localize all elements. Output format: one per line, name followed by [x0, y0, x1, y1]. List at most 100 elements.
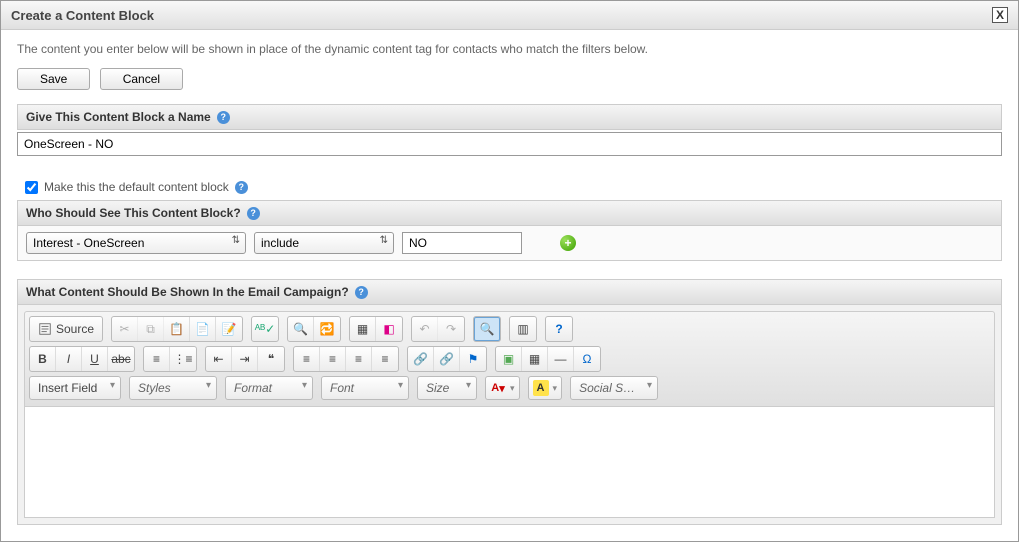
select-all-button[interactable]: ▦: [350, 317, 376, 341]
align-right-button[interactable]: ≡: [346, 347, 372, 371]
align-left-button[interactable]: ≡: [294, 347, 320, 371]
modal-header: Create a Content Block X: [1, 1, 1018, 30]
undo-button[interactable]: ↶: [412, 317, 438, 341]
tb-group-misc1: 🔍: [473, 316, 501, 342]
font-combo[interactable]: Font: [321, 376, 409, 400]
editor-toolbar: Source ✂ ⧉ 📋 📄 📝 ᴬᴮ✓ 🔍: [24, 311, 995, 407]
blockquote-button[interactable]: ❝: [258, 347, 284, 371]
underline-button[interactable]: U: [82, 347, 108, 371]
name-input-wrap: [17, 130, 1002, 156]
help-icon[interactable]: ?: [235, 181, 248, 194]
section-content-header: What Content Should Be Shown In the Emai…: [17, 279, 1002, 305]
copy-button[interactable]: ⧉: [138, 317, 164, 341]
redo-button[interactable]: ↷: [438, 317, 464, 341]
insert-field-combo[interactable]: Insert Field: [29, 376, 121, 400]
add-filter-button[interactable]: +: [560, 235, 576, 251]
anchor-button[interactable]: ⚑: [460, 347, 486, 371]
toolbar-row-2: B I U abc ≡ ⋮≡ ⇤ ⇥ ❝ ≡: [29, 346, 990, 372]
block-name-input[interactable]: [17, 132, 1002, 156]
bold-button[interactable]: B: [30, 347, 56, 371]
tb-group-clipboard: ✂ ⧉ 📋 📄 📝: [111, 316, 243, 342]
chevron-down-icon: ▾: [553, 383, 558, 394]
remove-format-button[interactable]: ◧: [376, 317, 402, 341]
link-button[interactable]: 🔗: [408, 347, 434, 371]
special-char-button[interactable]: Ω: [574, 347, 600, 371]
toolbar-row-3: Insert Field Styles Format Font Size A▾▾…: [29, 376, 990, 400]
editor-wrap: Source ✂ ⧉ 📋 📄 📝 ᴬᴮ✓ 🔍: [17, 305, 1002, 525]
tb-group-align: ≡ ≡ ≡ ≡: [293, 346, 399, 372]
styles-combo[interactable]: Styles: [129, 376, 217, 400]
cancel-button[interactable]: Cancel: [100, 68, 183, 90]
tb-group-source: Source: [29, 316, 103, 342]
save-button[interactable]: Save: [17, 68, 90, 90]
help-icon[interactable]: ?: [355, 286, 368, 299]
close-button[interactable]: X: [992, 7, 1008, 23]
bg-color-combo[interactable]: A▾: [528, 376, 563, 400]
format-combo[interactable]: Format: [225, 376, 313, 400]
bg-color-icon: A: [533, 380, 549, 396]
numbered-list-button[interactable]: ≡: [144, 347, 170, 371]
outdent-button[interactable]: ⇤: [206, 347, 232, 371]
tb-group-undo: ↶ ↷: [411, 316, 465, 342]
align-center-button[interactable]: ≡: [320, 347, 346, 371]
editor-content-area[interactable]: [24, 407, 995, 518]
section-audience-header: Who Should See This Content Block? ?: [17, 200, 1002, 226]
show-blocks-button[interactable]: 🔍: [474, 317, 500, 341]
modal-create-content-block: Create a Content Block X The content you…: [0, 0, 1019, 542]
social-combo[interactable]: Social S…: [570, 376, 658, 400]
tb-group-format: B I U abc: [29, 346, 135, 372]
chevron-down-icon: ▾: [510, 383, 515, 394]
source-icon: [38, 322, 52, 336]
bullet-list-button[interactable]: ⋮≡: [170, 347, 196, 371]
unlink-button[interactable]: 🔗: [434, 347, 460, 371]
default-checkbox-label: Make this the default content block: [44, 180, 229, 194]
intro-text: The content you enter below will be show…: [17, 42, 1002, 56]
image-button[interactable]: ▣: [496, 347, 522, 371]
button-row: Save Cancel: [17, 68, 1002, 90]
paste-button[interactable]: 📋: [164, 317, 190, 341]
section-name-heading: Give This Content Block a Name: [26, 110, 211, 124]
section-audience-heading: Who Should See This Content Block?: [26, 206, 241, 220]
tb-group-misc2: ▥: [509, 316, 537, 342]
filter-field-wrap: Interest - OneScreen: [26, 232, 246, 254]
tb-group-list: ≡ ⋮≡: [143, 346, 197, 372]
help-icon[interactable]: ?: [247, 207, 260, 220]
find-button[interactable]: 🔍: [288, 317, 314, 341]
hr-button[interactable]: —: [548, 347, 574, 371]
templates-button[interactable]: ▥: [510, 317, 536, 341]
tb-group-select: ▦ ◧: [349, 316, 403, 342]
default-checkbox-row: Make this the default content block ?: [17, 174, 1002, 200]
paste-text-button[interactable]: 📄: [190, 317, 216, 341]
size-combo[interactable]: Size: [417, 376, 477, 400]
filter-field-select[interactable]: Interest - OneScreen: [26, 232, 246, 254]
spacer: [17, 156, 1002, 174]
tb-group-link: 🔗 🔗 ⚑: [407, 346, 487, 372]
spellcheck-button[interactable]: ᴬᴮ✓: [252, 317, 278, 341]
filter-row: Interest - OneScreen include +: [17, 226, 1002, 261]
paste-word-button[interactable]: 📝: [216, 317, 242, 341]
tb-group-spell: ᴬᴮ✓: [251, 316, 279, 342]
toolbar-row-1: Source ✂ ⧉ 📋 📄 📝 ᴬᴮ✓ 🔍: [29, 316, 990, 342]
filter-op-select[interactable]: include: [254, 232, 394, 254]
replace-button[interactable]: 🔁: [314, 317, 340, 341]
help-button[interactable]: ?: [546, 317, 572, 341]
source-label: Source: [56, 322, 94, 336]
text-color-icon: A▾: [490, 380, 506, 396]
align-justify-button[interactable]: ≡: [372, 347, 398, 371]
modal-body: The content you enter below will be show…: [1, 30, 1018, 541]
text-color-combo[interactable]: A▾ ▾: [485, 376, 520, 400]
tb-group-indent: ⇤ ⇥ ❝: [205, 346, 285, 372]
cut-button[interactable]: ✂: [112, 317, 138, 341]
modal-title: Create a Content Block: [11, 8, 154, 23]
default-checkbox[interactable]: [25, 181, 38, 194]
strike-button[interactable]: abc: [108, 347, 134, 371]
table-button[interactable]: ▦: [522, 347, 548, 371]
filter-op-wrap: include: [254, 232, 394, 254]
help-icon[interactable]: ?: [217, 111, 230, 124]
italic-button[interactable]: I: [56, 347, 82, 371]
source-button[interactable]: Source: [30, 317, 102, 341]
section-name-header: Give This Content Block a Name ?: [17, 104, 1002, 130]
tb-group-help: ?: [545, 316, 573, 342]
indent-button[interactable]: ⇥: [232, 347, 258, 371]
filter-value-input[interactable]: [402, 232, 522, 254]
